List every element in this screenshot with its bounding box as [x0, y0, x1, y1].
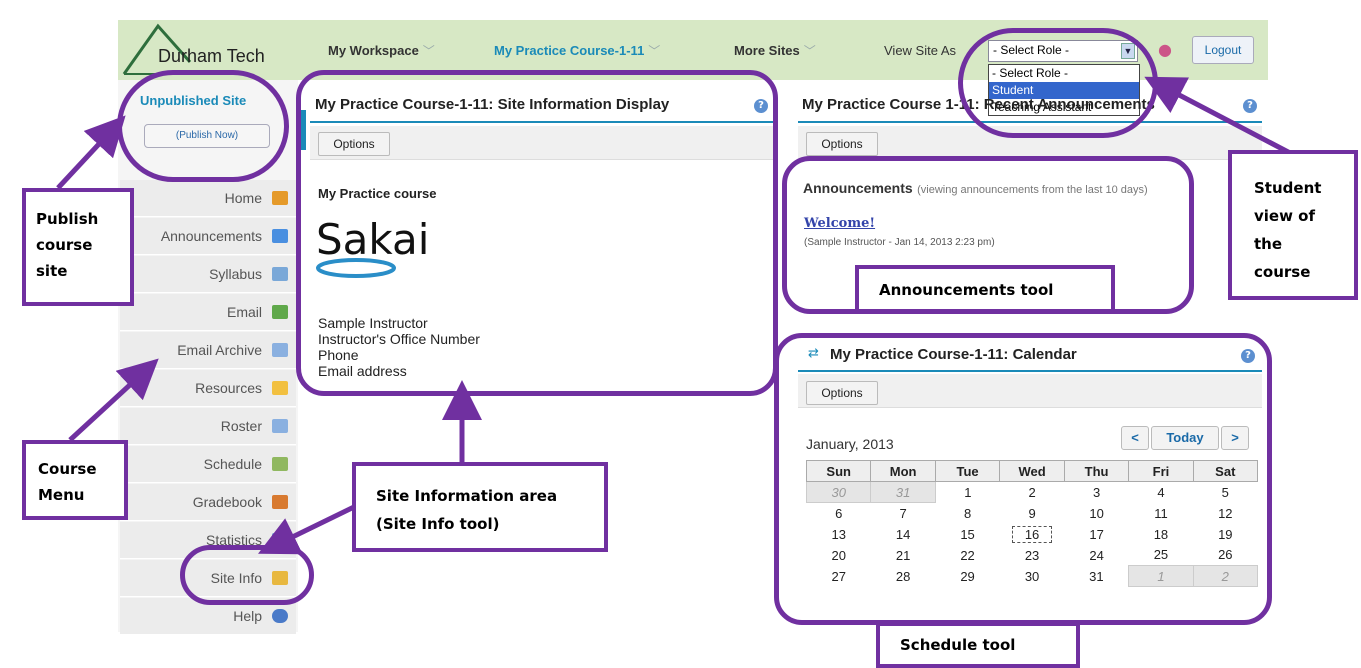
course-menu-callout: Course Menu	[22, 440, 128, 520]
announcements-callout: Announcements tool	[855, 265, 1115, 313]
annotation-arrows	[56, 76, 1294, 555]
student-view-callout: Student view of the course	[1228, 150, 1358, 300]
site-info-callout: Site Information area (Site Info tool)	[352, 462, 608, 552]
publish-callout: Publish course site	[22, 188, 134, 306]
schedule-callout: Schedule tool	[876, 622, 1080, 668]
